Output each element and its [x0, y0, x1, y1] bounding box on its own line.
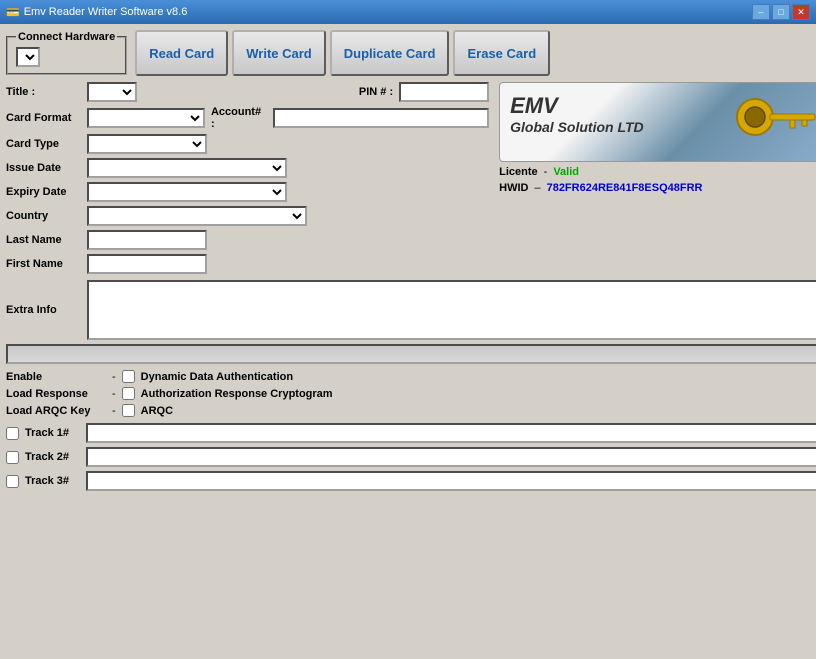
emv-title: EMV [510, 93, 644, 119]
extra-info-row: Extra Info [6, 280, 816, 340]
card-type-label: Card Type [6, 138, 81, 150]
title-label: Title : [6, 86, 81, 98]
maximize-button[interactable]: □ [772, 4, 790, 20]
connect-row: Connect Hardware Read Card Write Card Du… [6, 30, 816, 76]
connect-hardware-select[interactable] [16, 47, 40, 67]
issue-date-label: Issue Date [6, 162, 81, 174]
license-dash: - [544, 166, 548, 178]
track1-row: Track 1# [6, 423, 816, 443]
country-row: Country [6, 206, 489, 226]
first-name-row: First Name [6, 254, 489, 274]
enable-row: Enable - Dynamic Data Authentication [6, 370, 816, 383]
progress-bar [6, 344, 816, 364]
last-name-input[interactable] [87, 230, 207, 250]
key-icon [730, 83, 816, 161]
upper-left: Title : Mr Mrs Ms PIN # : Card Format [6, 82, 489, 274]
upper-form: Title : Mr Mrs Ms PIN # : Card Format [6, 82, 816, 274]
hwid-value: 782FR624RE841F8ESQ48FRR [547, 182, 703, 194]
account-input[interactable] [273, 108, 489, 128]
issue-date-row: Issue Date [6, 158, 489, 178]
load-response-label: Load Response [6, 388, 106, 400]
track3-checkbox[interactable] [6, 475, 19, 488]
license-row: Licente - Valid [499, 166, 816, 178]
card-type-select[interactable] [87, 134, 207, 154]
issue-date-select[interactable] [87, 158, 287, 178]
track3-row: Track 3# [6, 471, 816, 491]
connect-hardware-legend: Connect Hardware [16, 31, 117, 43]
track2-row: Track 2# [6, 447, 816, 467]
dda-checkbox[interactable] [122, 370, 135, 383]
action-buttons: Read Card Write Card Duplicate Card Eras… [135, 30, 550, 76]
load-arqc-row: Load ARQC Key - ARQC [6, 404, 816, 417]
left-panel: Connect Hardware Read Card Write Card Du… [6, 30, 816, 653]
app-title: Emv Reader Writer Software v8.6 [24, 6, 188, 18]
load-arqc-dash: - [112, 405, 116, 417]
country-select[interactable] [87, 206, 307, 226]
arqc-checkbox[interactable] [122, 404, 135, 417]
license-label: Licente [499, 166, 538, 178]
main-window: Connect Hardware Read Card Write Card Du… [0, 24, 816, 659]
hwid-row: HWID – 782FR624RE841F8ESQ48FRR [499, 182, 816, 194]
extra-info-textarea[interactable] [87, 280, 816, 340]
track3-label: Track 3# [25, 475, 80, 487]
checkbox-section: Enable - Dynamic Data Authentication Loa… [6, 370, 816, 417]
card-format-label: Card Format [6, 112, 81, 124]
expiry-date-select[interactable] [87, 182, 287, 202]
arqc-text: ARQC [141, 405, 173, 417]
hwid-dash: – [534, 182, 540, 194]
extra-info-label: Extra Info [6, 304, 81, 316]
hwid-label: HWID [499, 182, 528, 194]
app-icon: 💳 [6, 6, 20, 19]
card-format-row: Card Format Account# : [6, 106, 489, 130]
enable-label: Enable [6, 371, 106, 383]
emv-banner: EMV Global Solution LTD [499, 82, 816, 162]
license-status: Valid [553, 166, 579, 178]
write-card-button[interactable]: Write Card [232, 30, 326, 76]
title-bar-controls: – □ ✕ [752, 4, 810, 20]
last-name-label: Last Name [6, 234, 81, 246]
arc-text: Authorization Response Cryptogram [141, 388, 333, 400]
pin-input[interactable] [399, 82, 489, 102]
track2-input[interactable] [86, 447, 816, 467]
arc-checkbox[interactable] [122, 387, 135, 400]
expiry-date-label: Expiry Date [6, 186, 81, 198]
erase-card-button[interactable]: Erase Card [453, 30, 550, 76]
upper-right: EMV Global Solution LTD [499, 82, 816, 274]
title-bar-left: 💳 Emv Reader Writer Software v8.6 [6, 6, 187, 19]
load-response-row: Load Response - Authorization Response C… [6, 387, 816, 400]
track1-label: Track 1# [25, 427, 80, 439]
card-type-row: Card Type [6, 134, 489, 154]
last-name-row: Last Name [6, 230, 489, 250]
duplicate-card-button[interactable]: Duplicate Card [330, 30, 450, 76]
first-name-label: First Name [6, 258, 81, 270]
card-format-select[interactable] [87, 108, 205, 128]
pin-label: PIN # : [359, 86, 393, 98]
track1-input[interactable] [86, 423, 816, 443]
minimize-button[interactable]: – [752, 4, 770, 20]
account-label: Account# : [211, 106, 267, 130]
first-name-input[interactable] [87, 254, 207, 274]
track1-checkbox[interactable] [6, 427, 19, 440]
title-select[interactable]: Mr Mrs Ms [87, 82, 137, 102]
expiry-date-row: Expiry Date [6, 182, 489, 202]
track3-input[interactable] [86, 471, 816, 491]
track2-label: Track 2# [25, 451, 80, 463]
close-button[interactable]: ✕ [792, 4, 810, 20]
track2-checkbox[interactable] [6, 451, 19, 464]
load-arqc-label: Load ARQC Key [6, 405, 106, 417]
enable-dash: - [112, 371, 116, 383]
load-response-dash: - [112, 388, 116, 400]
country-label: Country [6, 210, 81, 222]
connect-hardware-group: Connect Hardware [6, 31, 127, 75]
extra-info-section: Extra Info [6, 280, 816, 364]
read-card-button[interactable]: Read Card [135, 30, 228, 76]
emv-text: EMV Global Solution LTD [510, 93, 644, 135]
track-section: Track 1# Track 2# Track 3# [6, 423, 816, 491]
title-bar: 💳 Emv Reader Writer Software v8.6 – □ ✕ [0, 0, 816, 24]
dda-text: Dynamic Data Authentication [141, 371, 293, 383]
title-pin-row: Title : Mr Mrs Ms PIN # : [6, 82, 489, 102]
emv-subtitle: Global Solution LTD [510, 119, 644, 135]
